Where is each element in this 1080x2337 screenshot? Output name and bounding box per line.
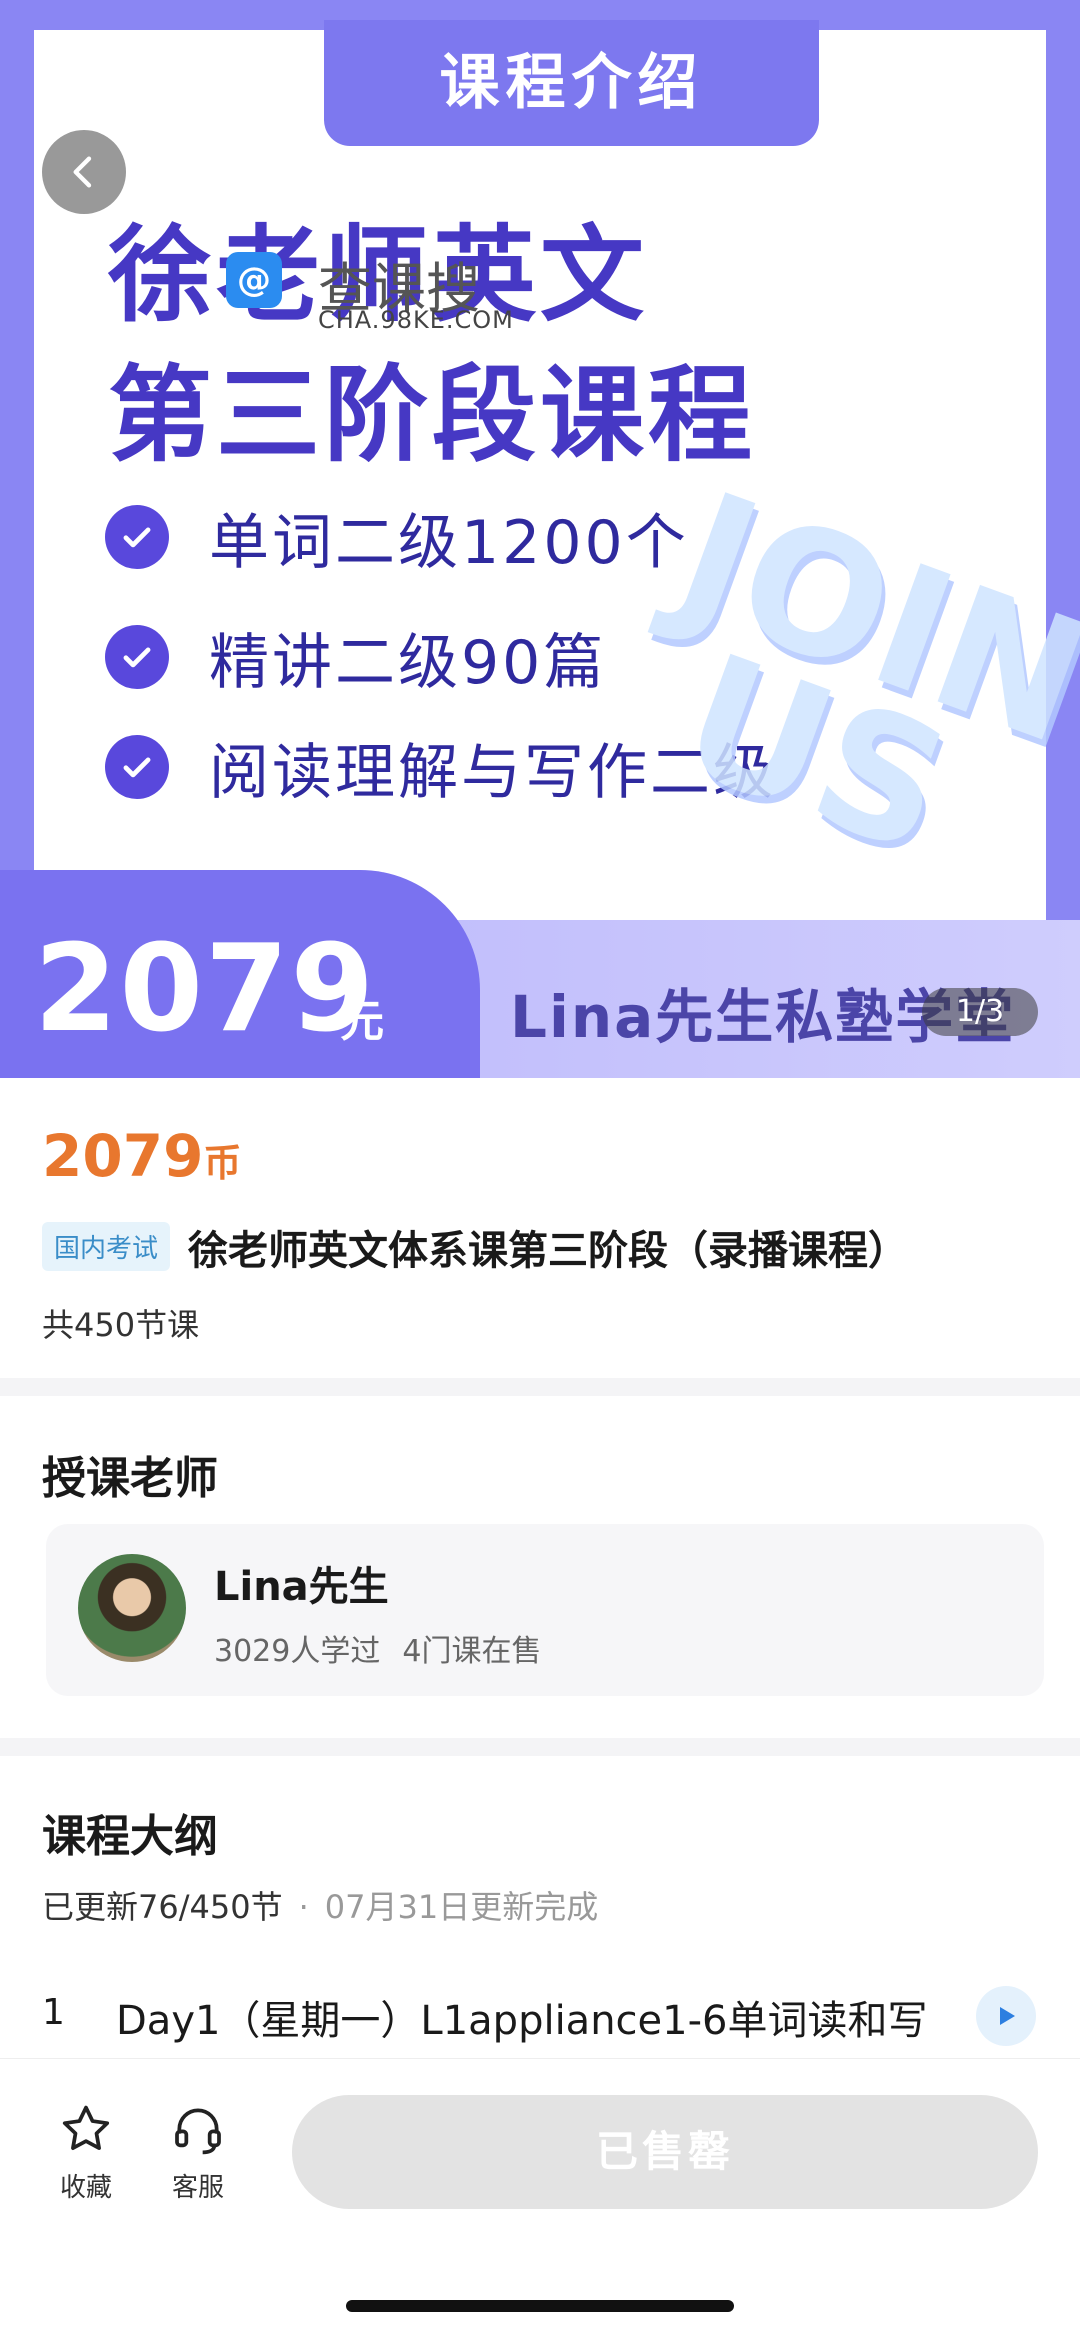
course-price-value: 2079: [42, 1122, 204, 1190]
teacher-name: Lina先生: [214, 1564, 389, 1610]
banner-tab: 课程介绍: [324, 20, 819, 146]
banner-feature: 精讲二级90篇: [105, 620, 606, 698]
lesson-row[interactable]: 1 Day1（星期一）L1appliance1-6单词读和写: [42, 1986, 1042, 2050]
watermark: @ 查课搜 CHA.98KE.COM: [226, 248, 516, 338]
teacher-section-title: 授课老师: [42, 1453, 218, 1504]
course-title: 徐老师英文体系课第三阶段（录播课程）: [188, 1228, 908, 1274]
home-indicator: [346, 2300, 734, 2312]
banner-tab-title: 课程介绍: [439, 48, 704, 118]
teacher-learners: 3029人学过: [214, 1634, 381, 1669]
back-button[interactable]: [42, 130, 126, 214]
headset-icon: [175, 2108, 221, 2155]
check-icon: [105, 505, 169, 569]
outline-section-title: 课程大纲: [42, 1811, 218, 1862]
lesson-name: Day1（星期一）L1appliance1-6单词读和写: [116, 1998, 928, 2044]
outline-status: 已更新76/450节 · 07月31日更新完成: [42, 1882, 598, 1928]
play-button[interactable]: [976, 1986, 1036, 2046]
outline-update-date: 07月31日更新完成: [324, 1888, 599, 1926]
course-price: 2079币: [42, 1122, 241, 1190]
sold-out-button[interactable]: 已售罄: [292, 2095, 1038, 2209]
star-icon: [62, 2105, 110, 2150]
play-icon: [1000, 2007, 1015, 2025]
banner-price-unit: 元: [340, 996, 384, 1047]
banner-price: 2079: [34, 920, 376, 1059]
favorite-label: 收藏: [59, 2173, 112, 2203]
teacher-meta: 3029人学过 4门课在售: [214, 1626, 541, 1670]
course-banner[interactable]: 课程介绍 徐老师英文 第三阶段课程 单词二级1200个 精讲二级90篇 阅读理解…: [0, 0, 1080, 1078]
chevron-left-icon: [73, 156, 92, 188]
banner-feature: 单词二级1200个: [105, 500, 689, 578]
watermark-logo-icon: @: [226, 252, 282, 308]
avatar: [78, 1554, 186, 1662]
section-divider: [0, 1378, 1080, 1396]
check-icon: [105, 625, 169, 689]
course-price-unit: 币: [203, 1141, 242, 1185]
customer-service-label: 客服: [171, 2173, 224, 2203]
customer-service-button[interactable]: 客服: [148, 2101, 248, 2204]
teacher-courses: 4门课在售: [402, 1634, 542, 1669]
teacher-card[interactable]: Lina先生 3029人学过 4门课在售: [46, 1524, 1044, 1696]
banner-feature-text: 精讲二级90篇: [209, 627, 607, 698]
separator-dot: ·: [298, 1888, 309, 1926]
banner-feature-text: 单词二级1200个: [209, 507, 689, 578]
lesson-number: 1: [42, 1992, 65, 2033]
banner-title-line2: 第三阶段课程: [108, 354, 757, 476]
check-icon: [105, 735, 169, 799]
outline-progress: 已更新76/450节: [42, 1888, 283, 1926]
section-divider: [0, 1738, 1080, 1756]
lesson-count: 共450节课: [42, 1306, 200, 1344]
bottom-action-bar: 收藏 客服 已售罄: [0, 2058, 1080, 2337]
favorite-button[interactable]: 收藏: [36, 2101, 136, 2204]
watermark-url: CHA.98KE.COM: [318, 306, 514, 334]
banner-pager: 1/3: [922, 988, 1038, 1036]
category-tag: 国内考试: [42, 1222, 171, 1271]
